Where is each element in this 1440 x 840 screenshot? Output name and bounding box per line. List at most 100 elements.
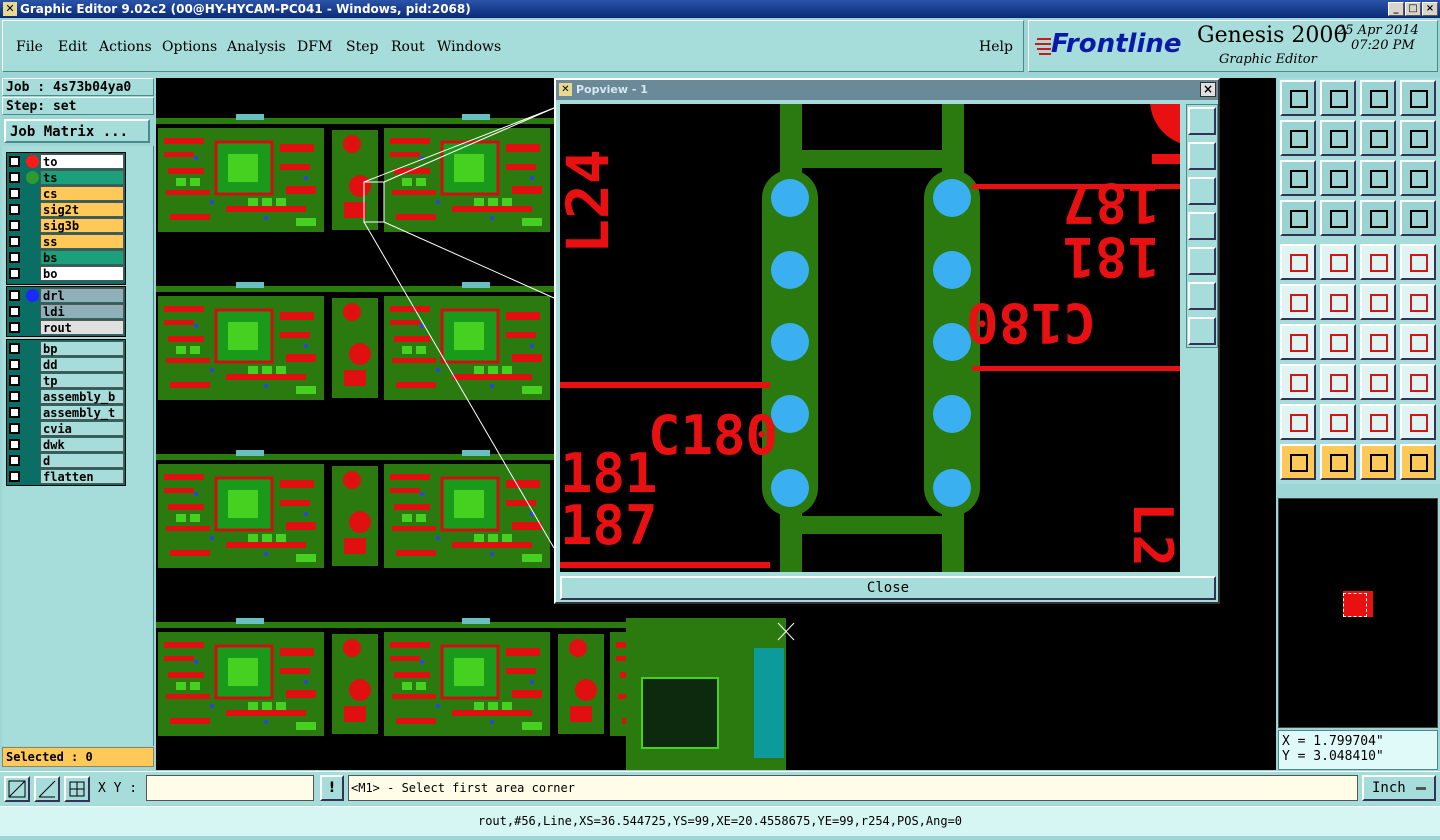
net-compare-icon[interactable]: [1400, 200, 1436, 236]
grid-snap-icon[interactable]: [1320, 200, 1356, 236]
help-icon[interactable]: [1400, 160, 1436, 196]
shape-b-icon[interactable]: [1360, 404, 1396, 440]
pan-right-icon[interactable]: [1188, 247, 1216, 275]
layer-row[interactable]: cvia: [6, 421, 124, 436]
select-point-icon[interactable]: [1360, 444, 1396, 480]
menu-actions[interactable]: Actions: [99, 39, 152, 55]
redo-icon[interactable]: [1400, 120, 1436, 156]
layer-row[interactable]: ts: [6, 170, 124, 185]
overview-map[interactable]: [1278, 498, 1438, 728]
menu-rout[interactable]: Rout: [391, 39, 425, 55]
layer-checkbox[interactable]: [9, 322, 20, 333]
minimize-button[interactable]: _: [1388, 2, 1404, 16]
layer-row[interactable]: drl: [6, 288, 124, 303]
layer-checkbox[interactable]: [9, 343, 20, 354]
pan-down-icon[interactable]: [1188, 177, 1216, 205]
slope-icon[interactable]: [1320, 324, 1356, 360]
layer-row[interactable]: bo: [6, 266, 124, 281]
pad-icon[interactable]: [1280, 244, 1316, 280]
layer-row[interactable]: cs: [6, 186, 124, 201]
split-icon[interactable]: [1400, 324, 1436, 360]
layer-row[interactable]: rout: [6, 320, 124, 335]
alert-icon[interactable]: !: [320, 775, 344, 801]
layer-row[interactable]: bp: [6, 341, 124, 356]
ruler-icon[interactable]: [1360, 244, 1396, 280]
layer-row[interactable]: sig2t: [6, 202, 124, 217]
layer-checkbox[interactable]: [9, 252, 20, 263]
menu-help[interactable]: Help: [979, 39, 1013, 55]
layer-checkbox[interactable]: [9, 391, 20, 402]
layer-row[interactable]: bs: [6, 250, 124, 265]
triangle-icon[interactable]: [1280, 404, 1316, 440]
layer-checkbox[interactable]: [9, 268, 20, 279]
layer-row[interactable]: tp: [6, 373, 124, 388]
menu-dfm[interactable]: DFM: [297, 39, 332, 55]
layer-row[interactable]: ss: [6, 234, 124, 249]
cross-icon[interactable]: [1320, 284, 1356, 320]
zoom-in-icon[interactable]: [1188, 282, 1216, 310]
menu-edit[interactable]: Edit: [58, 39, 87, 55]
layer-checkbox[interactable]: [9, 375, 20, 386]
menu-analysis[interactable]: Analysis: [227, 39, 286, 55]
units-select[interactable]: Inch: [1362, 775, 1436, 801]
popview-canvas[interactable]: L24 C180 181 187 C180 181 187 L2: [560, 104, 1180, 572]
layer-checkbox[interactable]: [9, 172, 20, 183]
zoom-fit-icon[interactable]: [1280, 160, 1316, 196]
minus-icon[interactable]: [1320, 364, 1356, 400]
pan-left-icon[interactable]: [1188, 212, 1216, 240]
open-job-icon[interactable]: [1280, 80, 1316, 116]
connect-icon[interactable]: [1280, 284, 1316, 320]
angle-icon[interactable]: [1280, 324, 1316, 360]
layer-row[interactable]: to: [6, 154, 124, 169]
layer-checkbox[interactable]: [9, 471, 20, 482]
layer-checkbox[interactable]: [9, 156, 20, 167]
menu-step[interactable]: Step: [346, 39, 378, 55]
select-box-icon[interactable]: [1320, 444, 1356, 480]
layer-checkbox[interactable]: [9, 220, 20, 231]
dimension-icon[interactable]: [1360, 364, 1396, 400]
measure-icon[interactable]: [34, 776, 60, 802]
zoom-out-icon[interactable]: [1188, 317, 1216, 345]
popview-close-button[interactable]: Close: [560, 576, 1216, 600]
home-icon[interactable]: [1360, 80, 1396, 116]
layer-row[interactable]: dwk: [6, 437, 124, 452]
add-line-icon[interactable]: [1400, 284, 1436, 320]
add-pad-icon[interactable]: [1360, 284, 1396, 320]
layer-checkbox[interactable]: [9, 407, 20, 418]
select-arrow-icon[interactable]: [1280, 444, 1316, 480]
shape-c-icon[interactable]: [1400, 404, 1436, 440]
export-icon[interactable]: [1320, 120, 1356, 156]
tools-icon[interactable]: [1280, 200, 1316, 236]
layer-checkbox[interactable]: [9, 359, 20, 370]
xy-input[interactable]: [146, 775, 314, 801]
layer-checkbox[interactable]: [9, 423, 20, 434]
grid-icon[interactable]: [64, 776, 90, 802]
layer-checkbox[interactable]: [9, 439, 20, 450]
layer-compare-icon[interactable]: [1360, 200, 1396, 236]
line-icon[interactable]: [1320, 244, 1356, 280]
zoom-area-icon[interactable]: [4, 776, 30, 802]
menu-options[interactable]: Options: [162, 39, 217, 55]
layer-checkbox[interactable]: [9, 236, 20, 247]
select-net-icon[interactable]: [1400, 444, 1436, 480]
zoom-fit-icon[interactable]: [1188, 107, 1216, 135]
layer-row[interactable]: assembly_t: [6, 405, 124, 420]
layer-row[interactable]: assembly_b: [6, 389, 124, 404]
move-icon[interactable]: [1320, 160, 1356, 196]
layer-checkbox[interactable]: [9, 306, 20, 317]
scale-icon[interactable]: [1360, 160, 1396, 196]
layer-checkbox[interactable]: [9, 188, 20, 199]
layer-row[interactable]: ldi: [6, 304, 124, 319]
copy-icon[interactable]: [1280, 364, 1316, 400]
save-icon[interactable]: [1320, 80, 1356, 116]
arc-icon[interactable]: [1360, 324, 1396, 360]
menu-windows[interactable]: Windows: [437, 39, 501, 55]
pan-up-icon[interactable]: [1188, 142, 1216, 170]
job-matrix-button[interactable]: Job Matrix ...: [4, 119, 150, 143]
maximize-button[interactable]: □: [1405, 2, 1421, 16]
menu-file[interactable]: File: [16, 39, 43, 55]
close-window-button[interactable]: ×: [1422, 2, 1438, 16]
shape-a-icon[interactable]: [1320, 404, 1356, 440]
merge-icon[interactable]: [1400, 364, 1436, 400]
popview-titlebar[interactable]: ✕ Popview - 1 ×: [556, 80, 1218, 100]
